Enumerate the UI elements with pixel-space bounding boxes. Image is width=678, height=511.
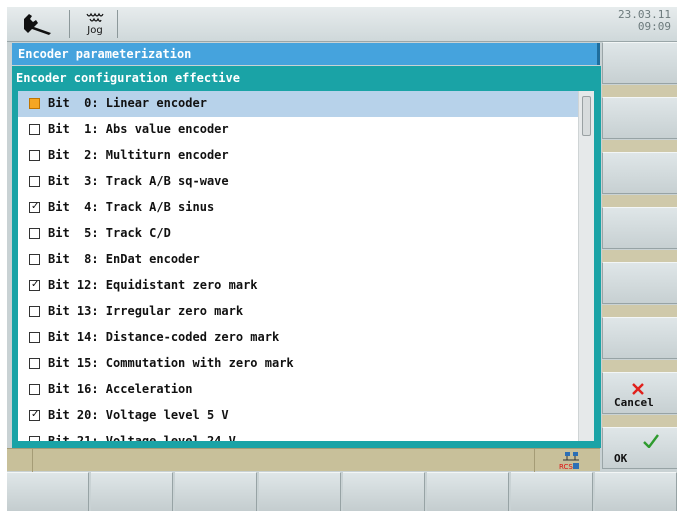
softkey-h5[interactable] (343, 472, 425, 511)
horizontal-softkey-bar (7, 472, 677, 511)
tools-button[interactable] (9, 9, 67, 39)
ok-label: OK (614, 452, 628, 465)
softkey-h2[interactable] (91, 472, 173, 511)
mode-label: Jog (87, 25, 103, 36)
time-text: 09:09 (637, 20, 671, 33)
softkey-h6[interactable] (427, 472, 509, 511)
wrench-icon (24, 14, 51, 35)
bit-label: Bit 3: Track A/B sq-wave (48, 174, 229, 188)
svg-text:RCS: RCS (559, 463, 573, 471)
bit-list-item[interactable]: Bit 1: Abs value encoder (18, 117, 578, 143)
softkey-v5[interactable] (602, 262, 677, 304)
vertical-scrollbar[interactable] (578, 91, 594, 441)
bit-label: Bit 12: Equidistant zero mark (48, 278, 258, 292)
softkey-v1[interactable] (602, 42, 677, 84)
checkbox[interactable] (29, 306, 40, 317)
checkmark-icon: ✓ (31, 279, 40, 290)
window-title: Encoder parameterization (12, 43, 600, 65)
softkey-h4[interactable] (259, 472, 341, 511)
checkbox[interactable] (29, 358, 40, 369)
softkey-v3[interactable] (602, 152, 677, 194)
softkey-h1[interactable] (7, 472, 89, 511)
bit-list-item[interactable]: Bit 15: Commutation with zero mark (18, 351, 578, 377)
bit-label: Bit 21: Voltage level 24 V (48, 434, 236, 441)
rcs-network-icon: RCS (559, 452, 579, 471)
bit-list: Bit 0: Linear encoder Bit 1: Abs value en… (18, 91, 594, 441)
status-divider (534, 449, 535, 472)
close-x-icon (632, 383, 644, 395)
checkbox[interactable]: ✓ (29, 409, 40, 421)
date-time-display: 23.03.11 09:09 (618, 9, 671, 33)
softkey-h3[interactable] (175, 472, 257, 511)
header-divider (117, 10, 118, 38)
bit-list-item[interactable]: Bit 5: Track C/D (18, 221, 578, 247)
jog-mode-indicator: Jog (75, 9, 115, 39)
checkbox[interactable]: ✓ (29, 279, 40, 291)
bit-label: Bit 1: Abs value encoder (48, 122, 229, 136)
jog-wave-icon (86, 12, 104, 22)
checkbox[interactable] (29, 228, 40, 239)
softkey-v2[interactable] (602, 97, 677, 139)
bit-list-item[interactable]: Bit 14: Distance-coded zero mark (18, 325, 578, 351)
softkey-gap (602, 195, 677, 207)
bit-list-item[interactable]: Bit 16: Acceleration (18, 377, 578, 403)
bit-label: Bit 5: Track C/D (48, 226, 171, 240)
checkbox[interactable] (29, 436, 40, 441)
dialog-title: Encoder configuration effective (16, 71, 240, 85)
encoder-config-dialog: Encoder configuration effective Bit 0: L… (12, 66, 601, 448)
bit-label: Bit 13: Irregular zero mark (48, 304, 244, 318)
bit-list-item[interactable]: Bit 21: Voltage level 24 V (18, 429, 578, 441)
checkbox[interactable] (29, 124, 40, 135)
softkey-v6[interactable] (602, 317, 677, 359)
checkbox[interactable] (29, 150, 40, 161)
status-bar: RCS (7, 448, 600, 472)
bit-list-item[interactable]: Bit 8: EnDat encoder (18, 247, 578, 273)
softkey-h7[interactable] (511, 472, 593, 511)
bit-label: Bit 2: Multiturn encoder (48, 148, 229, 162)
bit-label: Bit 8: EnDat encoder (48, 252, 200, 266)
softkey-gap (602, 140, 677, 152)
bit-label: Bit 15: Commutation with zero mark (48, 356, 294, 370)
bit-label: Bit 16: Acceleration (48, 382, 193, 396)
header-divider (69, 10, 70, 38)
checkmark-icon (643, 434, 659, 448)
checkbox[interactable] (29, 384, 40, 395)
checkmark-icon: ✓ (31, 201, 40, 212)
checkbox[interactable] (29, 98, 40, 109)
bit-list-item[interactable]: Bit 3: Track A/B sq-wave (18, 169, 578, 195)
bit-label: Bit 14: Distance-coded zero mark (48, 330, 280, 344)
cancel-button[interactable]: Cancel (602, 372, 677, 414)
cancel-label: Cancel (614, 396, 654, 409)
bit-list-item[interactable]: Bit 13: Irregular zero mark (18, 299, 578, 325)
bit-list-item[interactable]: ✓ Bit 4: Track A/B sinus (18, 195, 578, 221)
bit-list-item[interactable]: Bit 2: Multiturn encoder (18, 143, 578, 169)
bit-label: Bit 4: Track A/B sinus (48, 200, 215, 214)
scrollbar-thumb[interactable] (582, 96, 591, 136)
softkey-gap (602, 360, 677, 372)
bit-list-item[interactable]: Bit 0: Linear encoder (18, 91, 578, 117)
checkbox[interactable]: ✓ (29, 201, 40, 213)
checkmark-icon: ✓ (31, 409, 40, 420)
bit-label: Bit 0: Linear encoder (48, 96, 207, 110)
softkey-v4[interactable] (602, 207, 677, 249)
ok-button[interactable]: OK (602, 427, 677, 469)
checkbox[interactable] (29, 254, 40, 265)
softkey-gap (602, 305, 677, 317)
softkey-gap (602, 250, 677, 262)
vertical-softkey-bar: Cancel OK (602, 42, 677, 472)
hmi-screen: Jog 23.03.11 09:09 Encoder parameterizat… (7, 7, 677, 511)
status-divider (32, 449, 33, 472)
bit-list-item[interactable]: ✓ Bit 20: Voltage level 5 V (18, 403, 578, 429)
bit-list-item[interactable]: ✓ Bit 12: Equidistant zero mark (18, 273, 578, 299)
softkey-h8[interactable] (595, 472, 677, 511)
header-bar: Jog 23.03.11 09:09 (7, 7, 677, 42)
checkbox[interactable] (29, 176, 40, 187)
checkbox[interactable] (29, 332, 40, 343)
softkey-gap (602, 85, 677, 97)
bit-label: Bit 20: Voltage level 5 V (48, 408, 229, 422)
softkey-gap (602, 415, 677, 427)
